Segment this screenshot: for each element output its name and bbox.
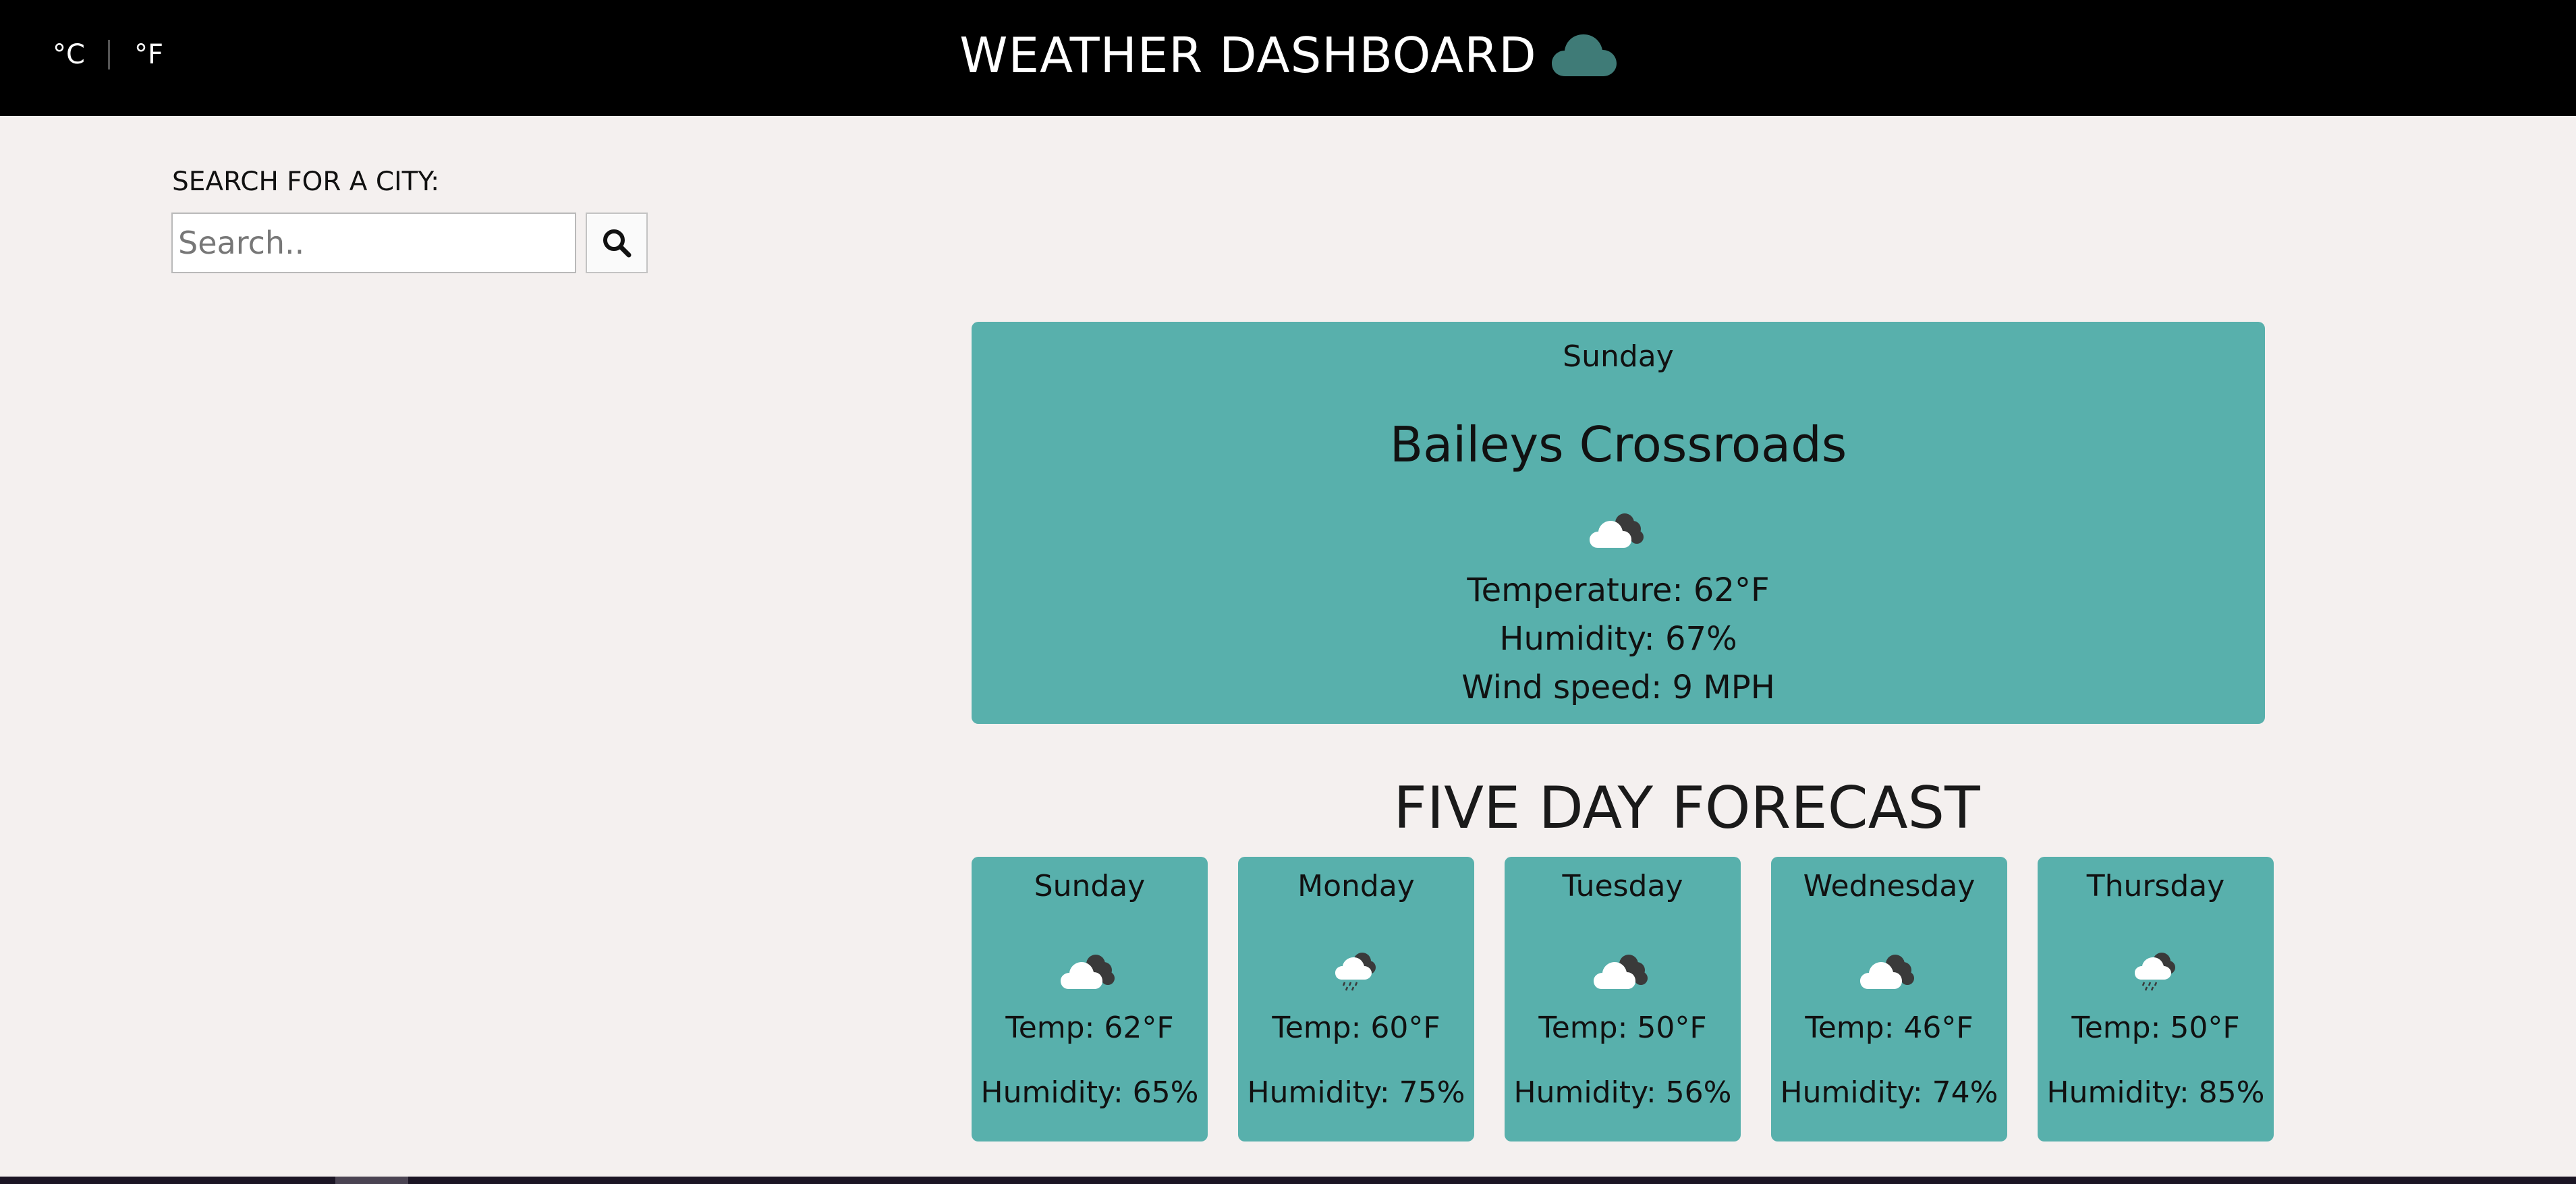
page-title-group: WEATHER DASHBOARD	[0, 23, 2576, 88]
forecast-title: FIVE DAY FORECAST	[1393, 774, 1980, 842]
scrollbar-thumb[interactable]	[335, 1177, 408, 1184]
page-title: WEATHER DASHBOARD	[959, 27, 1537, 84]
forecast-day: Wednesday	[1803, 869, 1976, 903]
forecast-humidity: Humidity: 75%	[1247, 1075, 1465, 1110]
forecast-card: Tuesday Temp: 50°F Humidity: 56%	[1505, 857, 1741, 1141]
current-day: Sunday	[1563, 339, 1674, 374]
forecast-card: Monday Temp: 60°F Humidity: 75%	[1238, 857, 1474, 1141]
forecast-card: Sunday Temp: 62°F Humidity: 65%	[972, 857, 1208, 1141]
forecast-day: Monday	[1297, 869, 1415, 903]
forecast-temp: Temp: 60°F	[1272, 1011, 1440, 1045]
forecast-day: Sunday	[1034, 869, 1146, 903]
forecast-card: Thursday Temp: 50°F Humidity: 85%	[2038, 857, 2274, 1141]
partly-cloudy-icon	[1061, 955, 1115, 989]
forecast-humidity: Humidity: 85%	[2046, 1075, 2265, 1110]
current-wind-speed: Wind speed: 9 MPH	[1461, 669, 1775, 706]
forecast-temp: Temp: 50°F	[2071, 1011, 2240, 1045]
partly-cloudy-icon	[1860, 955, 1914, 989]
forecast-humidity: Humidity: 65%	[980, 1075, 1199, 1110]
forecast-card: Wednesday Temp: 46°F Humidity: 74%	[1771, 857, 2007, 1141]
current-city: Baileys Crossroads	[1389, 416, 1847, 473]
partly-cloudy-icon	[1594, 955, 1648, 989]
current-humidity: Humidity: 67%	[1499, 620, 1737, 658]
partly-cloudy-icon	[1590, 513, 1644, 548]
forecast-day: Tuesday	[1562, 869, 1683, 903]
search-button[interactable]	[586, 213, 648, 273]
search-input[interactable]	[171, 213, 576, 273]
forecast-temp: Temp: 50°F	[1538, 1011, 1707, 1045]
rain-cloud-icon	[2135, 953, 2175, 991]
forecast-temp: Temp: 62°F	[1005, 1011, 1174, 1045]
forecast-humidity: Humidity: 74%	[1780, 1075, 1998, 1110]
forecast-temp: Temp: 46°F	[1805, 1011, 1973, 1045]
search-label: SEARCH FOR A CITY:	[172, 167, 440, 197]
header-bar: °C °F WEATHER DASHBOARD	[0, 0, 2576, 116]
current-weather-card: Sunday Baileys Crossroads Temperature: 6…	[972, 322, 2265, 724]
current-temperature: Temperature: 62°F	[1467, 571, 1770, 609]
forecast-humidity: Humidity: 56%	[1513, 1075, 1732, 1110]
cloud-icon	[1551, 34, 1617, 76]
forecast-day: Thursday	[2086, 869, 2225, 903]
rain-cloud-icon	[1335, 953, 1376, 991]
search-icon	[603, 229, 632, 258]
